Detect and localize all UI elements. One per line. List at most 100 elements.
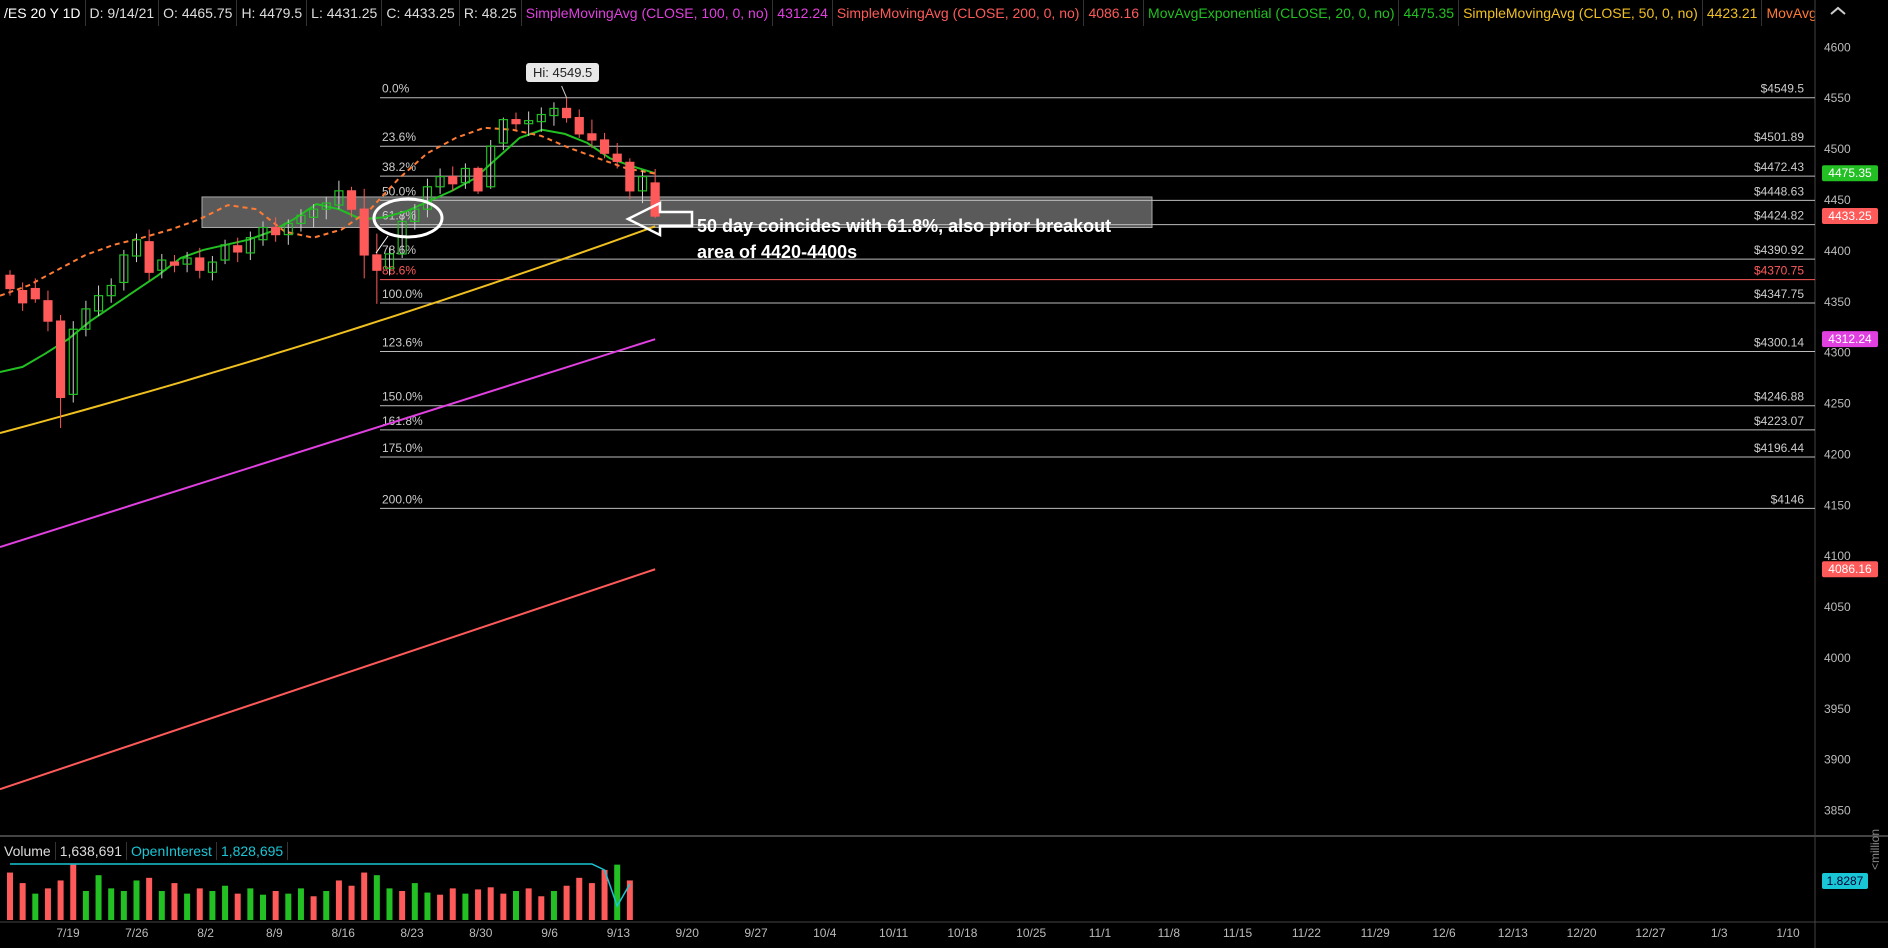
fib-price-label: $4424.82	[1754, 209, 1804, 223]
price-axis-tick: 3850	[1824, 804, 1851, 818]
time-axis-tick: 10/18	[947, 926, 977, 940]
volume-bar	[614, 864, 621, 920]
volume-bar	[348, 885, 355, 920]
candle-body	[587, 133, 597, 141]
volume-bar	[95, 875, 102, 920]
fib-price-label: $4196.44	[1754, 441, 1804, 455]
volume-bar	[57, 880, 64, 920]
volume-bar	[513, 891, 519, 920]
candle-body	[650, 182, 660, 217]
time-axis-tick: 11/1	[1089, 926, 1112, 940]
time-axis-tick: 1/3	[1711, 926, 1728, 940]
fib-pct-label: 200.0%	[382, 492, 423, 506]
candle-body	[625, 161, 635, 192]
candle-body	[359, 208, 369, 256]
price-axis-tick: 3950	[1824, 702, 1851, 716]
fib-price-label: $4347.75	[1754, 287, 1804, 301]
volume-header: Volume 1,638,691 OpenInterest 1,828,695	[0, 842, 289, 860]
price-axis-tick: 4450	[1824, 193, 1851, 207]
volume-bar	[361, 872, 368, 920]
candle-body	[612, 153, 622, 162]
fib-pct-label: 23.6%	[382, 130, 416, 144]
volume-bar	[209, 891, 216, 920]
volume-bar	[260, 894, 266, 920]
time-axis-tick: 8/2	[197, 926, 214, 940]
price-axis-tick: 4000	[1824, 651, 1851, 665]
oi-value: 1,828,695	[217, 842, 289, 860]
time-axis-tick: 11/15	[1223, 926, 1252, 940]
fib-pct-label: 100.0%	[382, 287, 423, 301]
candle-body	[511, 119, 521, 125]
time-axis-tick: 9/20	[676, 926, 700, 940]
time-axis-tick: 8/23	[400, 926, 424, 940]
time-axis-tick: 12/27	[1635, 926, 1665, 940]
time-axis-tick: 9/27	[744, 926, 768, 940]
price-axis-tick: 4500	[1824, 142, 1851, 156]
price-axis-tick: 4100	[1824, 549, 1851, 563]
volume-bar	[323, 891, 330, 920]
price-axis-tick: 4350	[1824, 295, 1851, 309]
candle-body	[574, 116, 584, 135]
fib-price-label: $4223.07	[1754, 414, 1804, 428]
time-axis-tick: 12/6	[1432, 926, 1456, 940]
volume-bar	[525, 888, 532, 920]
volume-bar	[133, 880, 140, 920]
time-axis-tick: 7/26	[125, 926, 149, 940]
volume-bar	[222, 885, 229, 920]
volume-label[interactable]: Volume	[0, 842, 56, 860]
candle-body	[5, 274, 15, 290]
price-badge-label: 4433.25	[1828, 209, 1872, 223]
fib-pct-label: 161.8%	[382, 414, 423, 428]
time-axis-tick: 1/10	[1776, 926, 1800, 940]
sma200-line	[0, 568, 656, 791]
candle-body	[233, 245, 243, 253]
oi-label[interactable]: OpenInterest	[127, 842, 217, 860]
high-connector	[561, 85, 568, 98]
time-axis-tick: 7/19	[56, 926, 80, 940]
candle-body	[169, 261, 180, 266]
fib-pct-label: 0.0%	[382, 82, 410, 96]
candle-body	[43, 300, 53, 322]
time-axis-tick: 11/29	[1361, 926, 1390, 940]
volume-bar	[297, 888, 304, 920]
volume-bar	[335, 880, 342, 920]
fib-price-label: $4390.92	[1754, 243, 1804, 257]
time-axis-tick: 9/13	[607, 926, 631, 940]
price-badge-label: 4475.35	[1828, 166, 1872, 180]
fib-pct-label: 88.6%	[382, 264, 416, 278]
volume-bar	[310, 896, 317, 920]
fib-price-label: $4246.88	[1754, 390, 1804, 404]
candle-body	[561, 107, 572, 119]
price-axis-tick: 4250	[1824, 397, 1851, 411]
fib-pct-label: 123.6%	[382, 335, 423, 349]
volume-bar	[563, 885, 570, 920]
candle-body	[195, 257, 205, 271]
fib-price-label: $4472.43	[1754, 160, 1804, 174]
volume-bar	[550, 891, 557, 920]
high-marker-tag: Hi: 4549.5	[526, 63, 600, 82]
volume-bar	[7, 872, 13, 920]
volume-bar	[424, 892, 431, 920]
volume-bar	[44, 888, 51, 920]
fib-price-label: $4448.63	[1754, 184, 1804, 198]
fib-price-label: $4146	[1771, 492, 1805, 506]
candle-body	[55, 320, 66, 399]
volume-bar	[373, 875, 380, 920]
volume-bar	[19, 883, 26, 920]
volume-bar	[158, 891, 165, 920]
candle-body	[271, 226, 281, 236]
volume-badge-label: 1.8287	[1827, 874, 1864, 888]
annotation-text: 50 day coincides with 61.8%, also prior …	[697, 216, 1112, 262]
fib-pct-label: 175.0%	[382, 441, 423, 455]
fib-price-label: $4300.14	[1754, 335, 1804, 349]
volume-bar	[538, 896, 545, 920]
volume-bar	[184, 893, 191, 920]
time-axis-tick: 11/8	[1158, 926, 1181, 940]
candle-body	[144, 241, 154, 273]
time-axis-tick: 10/25	[1016, 926, 1046, 940]
volume-bar	[146, 877, 153, 920]
price-chart[interactable]: 0.0% $4549.523.6% $4501.8938.2% $4472.4350.…	[0, 0, 1888, 948]
fib-price-label: $4370.75	[1754, 264, 1804, 278]
candle-body	[473, 167, 483, 192]
open-interest-line	[10, 863, 631, 908]
